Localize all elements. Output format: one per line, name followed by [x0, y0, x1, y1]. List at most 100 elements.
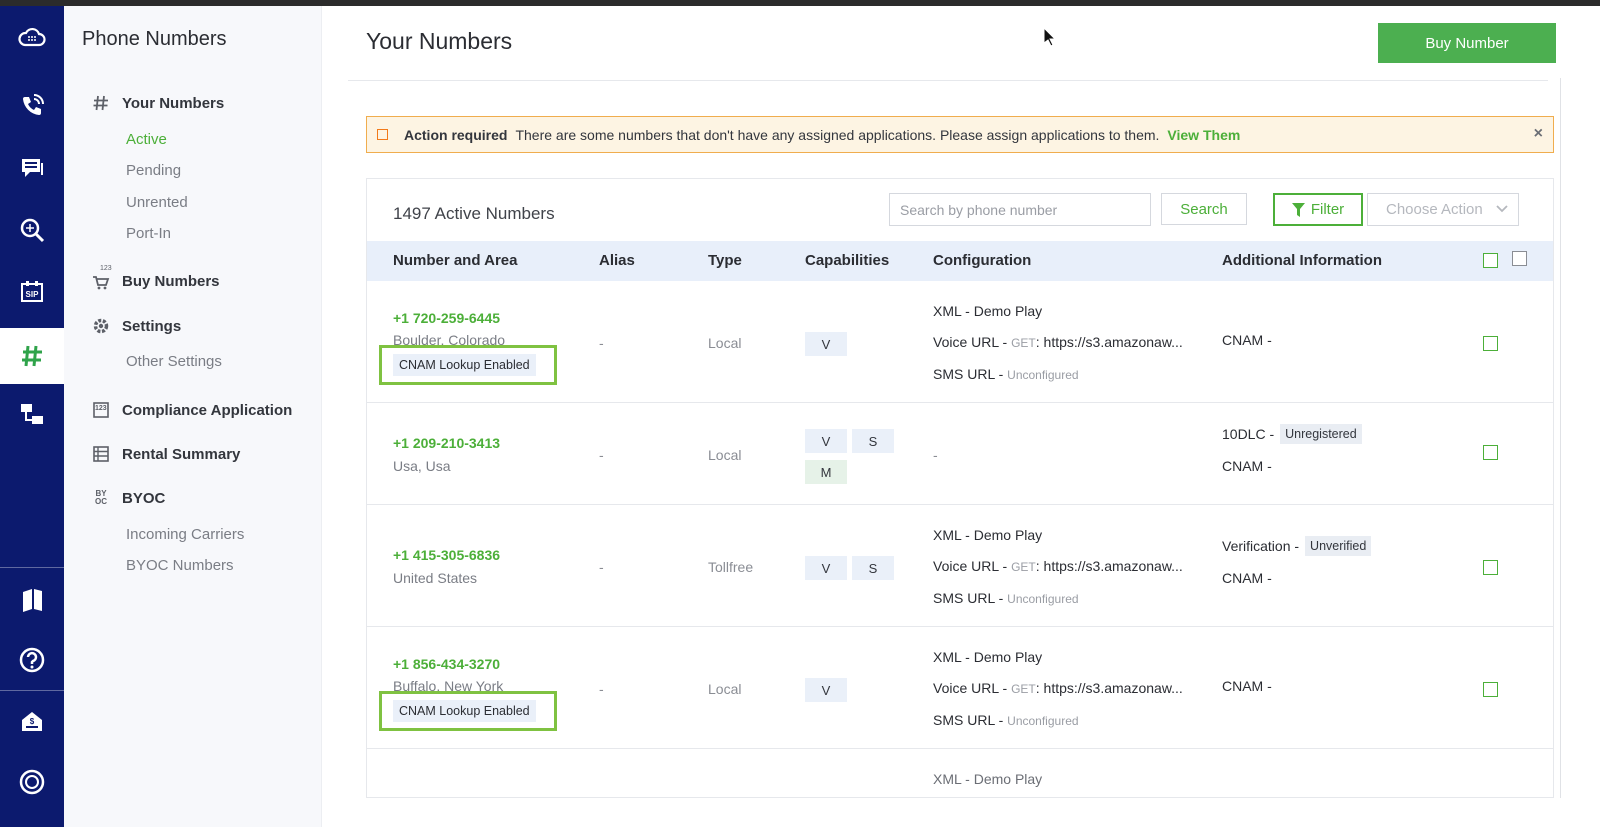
row-checkbox[interactable] [1483, 336, 1498, 351]
col-additional-information[interactable]: Additional Information [1222, 252, 1382, 269]
help-question-icon[interactable] [0, 632, 64, 688]
sidebar-subitem-incoming-carriers[interactable]: Incoming Carriers [126, 526, 244, 543]
row-checkbox[interactable] [1483, 560, 1498, 575]
sip-trunk-icon[interactable]: SIP [0, 264, 64, 320]
col-number-and-area[interactable]: Number and Area [393, 252, 517, 269]
table-row[interactable]: +1 209-210-3413 Usa, Usa - Local V S M -… [367, 403, 1553, 505]
capability-badge: V [805, 429, 847, 453]
choose-action-select[interactable]: Choose Action [1367, 193, 1519, 226]
table-row[interactable]: +1 856-434-3270 Buffalo, New York CNAM L… [367, 627, 1553, 749]
chevron-down-icon [1496, 205, 1508, 213]
status-badge: Unregistered [1280, 424, 1362, 444]
sidebar-subitem-unrented[interactable]: Unrented [126, 194, 188, 211]
numbers-table-card: 1497 Active Numbers Search Filter Choose… [366, 178, 1554, 798]
sidebar-title: Phone Numbers [82, 28, 227, 50]
sidebar-item-your-numbers[interactable]: Your Numbers [92, 94, 224, 112]
user-avatar-icon[interactable] [0, 754, 64, 810]
table-row[interactable]: +1 720-259-6445 Boulder, Colorado CNAM L… [367, 281, 1553, 403]
filter-funnel-icon [1291, 202, 1305, 217]
billing-icon[interactable]: $ [0, 693, 64, 749]
table-header: Number and Area Alias Type Capabilities … [367, 241, 1553, 281]
config-value: - [933, 447, 938, 463]
list-table-icon [92, 445, 110, 463]
shopping-cart-icon: 123 [92, 265, 112, 290]
sidebar-subitem-other-settings[interactable]: Other Settings [126, 353, 222, 370]
alias-value: - [599, 447, 604, 463]
type-value: Tollfree [708, 559, 754, 575]
close-icon[interactable]: × [1534, 125, 1543, 143]
type-value: Local [708, 447, 742, 463]
page-title: Your Numbers [366, 28, 513, 54]
sidebar-subitem-active[interactable]: Active [126, 131, 167, 148]
table-row[interactable]: +1 415-305-6836 United States - Tollfree… [367, 505, 1553, 627]
info-cnam: CNAM - [1222, 458, 1272, 474]
number-area: United States [393, 570, 478, 586]
voice-calls-icon[interactable] [0, 78, 64, 134]
col-capabilities[interactable]: Capabilities [805, 252, 889, 269]
col-alias[interactable]: Alias [599, 252, 635, 269]
search-button[interactable]: Search [1161, 193, 1247, 225]
type-value: Local [708, 681, 742, 697]
capability-badge: S [852, 556, 894, 580]
sidebar-subitem-pending[interactable]: Pending [126, 162, 181, 179]
sidebar-item-rental-summary[interactable]: Rental Summary [92, 445, 240, 463]
info-cnam: CNAM - [1222, 332, 1272, 348]
rail-divider [0, 690, 64, 691]
active-numbers-count: 1497 Active Numbers [393, 204, 555, 223]
capability-badge: V [805, 332, 847, 356]
alert-title: Action required [404, 126, 508, 143]
config-app: XML - Demo Play [933, 771, 1043, 787]
capability-badge: V [805, 678, 847, 702]
svg-text:$: $ [30, 717, 35, 726]
row-checkbox[interactable] [1483, 445, 1498, 460]
config-voice-url: Voice URL - GET: https://s3.amazonaw... [933, 680, 1183, 696]
sidebar-item-buy-numbers[interactable]: 123 Buy Numbers [92, 265, 220, 290]
sidebar-subitem-port-in[interactable]: Port-In [126, 225, 171, 242]
main-content: Your Numbers Buy Number Action required … [322, 6, 1600, 827]
info-10dlc: 10DLC - Unregistered [1222, 424, 1362, 444]
sidebar-item-settings[interactable]: Settings [92, 317, 181, 335]
config-voice-url: Voice URL - GET: https://s3.amazonaw... [933, 558, 1183, 574]
status-badge: Unverified [1305, 536, 1372, 556]
config-sms-url: SMS URL - Unconfigured [933, 366, 1079, 382]
info-cnam: CNAM - [1222, 678, 1272, 694]
app-window: SIP $ Phone Numbers Your Numbers Active … [0, 6, 1600, 827]
phone-number-link[interactable]: +1 720-259-6445 [393, 310, 500, 326]
view-them-link[interactable]: View Them [1167, 127, 1240, 143]
docs-book-icon[interactable] [0, 571, 64, 627]
sidebar-subitem-byoc-numbers[interactable]: BYOC Numbers [126, 557, 234, 574]
column-toggle-checkbox[interactable] [1512, 251, 1527, 266]
config-app: XML - Demo Play [933, 303, 1043, 319]
phone-number-link[interactable]: +1 415-305-6836 [393, 547, 500, 563]
type-value: Local [708, 335, 742, 351]
alert-message: There are some numbers that don't have a… [515, 126, 1160, 143]
compliance-calendar-icon: 123 [92, 401, 110, 419]
table-row[interactable]: XML - Demo Play [367, 749, 1553, 797]
byoc-icon: BY OC [95, 489, 107, 506]
row-checkbox[interactable] [1483, 682, 1498, 697]
sidebar-item-label: Settings [122, 317, 182, 335]
alias-value: - [599, 559, 604, 575]
warning-square-icon [377, 129, 388, 140]
select-all-checkbox[interactable] [1483, 253, 1498, 268]
col-type[interactable]: Type [708, 252, 742, 269]
sidebar-item-label: Rental Summary [122, 445, 241, 463]
sidebar-item-compliance-application[interactable]: 123 Compliance Application [92, 401, 292, 419]
col-configuration[interactable]: Configuration [933, 252, 1031, 269]
capability-badge: V [805, 556, 847, 580]
applications-flow-icon[interactable] [0, 386, 64, 442]
cloud-logo-icon[interactable] [0, 10, 64, 66]
filter-button-label: Filter [1310, 201, 1345, 218]
filter-button[interactable]: Filter [1273, 193, 1363, 226]
info-cnam: CNAM - [1222, 570, 1272, 586]
messaging-icon[interactable] [0, 140, 64, 196]
phone-number-link[interactable]: +1 209-210-3413 [393, 435, 500, 451]
phone-numbers-hash-icon[interactable] [0, 328, 64, 384]
highlight-box [379, 345, 557, 385]
sidebar-item-byoc[interactable]: BY OC BYOC [92, 489, 165, 507]
buy-number-button[interactable]: Buy Number [1378, 23, 1556, 63]
phone-number-link[interactable]: +1 856-434-3270 [393, 656, 500, 672]
phone-search-input[interactable] [889, 193, 1151, 226]
config-voice-url: Voice URL - GET: https://s3.amazonaw... [933, 334, 1183, 350]
lookup-search-icon[interactable] [0, 202, 64, 258]
